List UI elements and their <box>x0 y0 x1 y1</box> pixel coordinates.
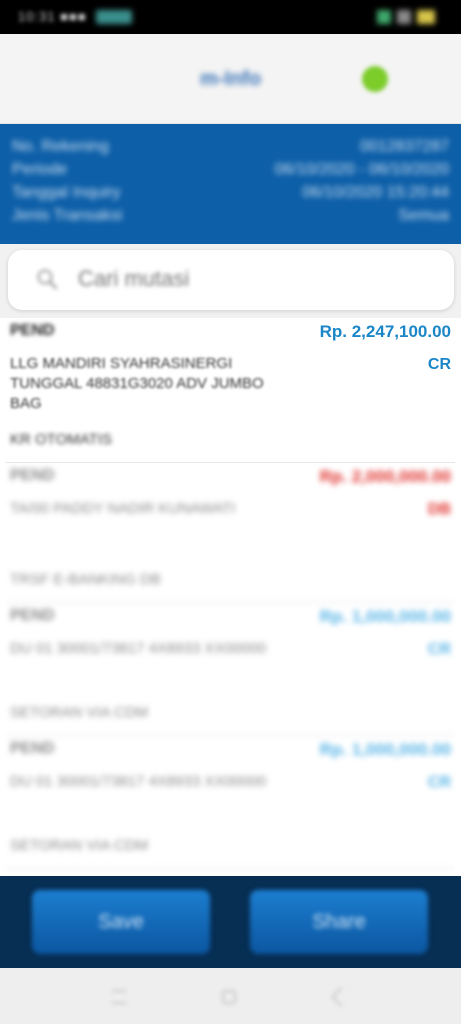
info-value: 0012837287 <box>360 138 449 155</box>
info-row: Tanggal Inquiry 06/10/2020 15:20:44 <box>12 184 449 207</box>
action-bar: Save Share <box>0 876 461 968</box>
transaction-status: PEND <box>10 607 55 624</box>
transaction-description: LLG MANDIRI SYAHRASINERGI TUNGGAL 48831G… <box>10 355 264 412</box>
status-bar: 10:31 ■■■ <box>0 0 461 34</box>
transaction-item[interactable]: PEND Rp. 2,000,000.00 TA/00 PADDY NADIR … <box>6 463 455 603</box>
info-value: 06/10/2020 - 06/10/2020 <box>274 161 449 178</box>
back-icon[interactable] <box>331 987 351 1007</box>
transaction-list[interactable]: PEND Rp. 2,247,100.00 LLG MANDIRI SYAHRA… <box>0 318 461 878</box>
app-header: m-Info <box>0 34 461 124</box>
info-row: No. Rekening 0012837287 <box>12 138 449 161</box>
transaction-amount: Rp. 1,000,000.00 <box>319 740 451 759</box>
search-box[interactable] <box>8 250 454 310</box>
wifi-icon <box>397 10 411 24</box>
info-label: Tanggal Inquiry <box>12 184 121 201</box>
page-title: m-Info <box>199 68 262 90</box>
search-icon <box>37 269 58 290</box>
transaction-item[interactable]: PEND Rp. 1,000,000.00 DU 01 30001/73817 … <box>6 603 455 736</box>
info-row: Periode 06/10/2020 - 06/10/2020 <box>12 161 449 184</box>
transaction-status: PEND <box>10 740 55 757</box>
system-status-icons <box>377 10 441 24</box>
transaction-reference: KR OTOMATIS <box>10 431 112 448</box>
status-time: 10:31 ■■■ <box>18 9 87 24</box>
transaction-dc-badge: CR <box>427 641 451 658</box>
transaction-description: DU 01 30001/73817 4X8933 XX00000 <box>10 640 267 657</box>
transaction-amount: Rp. 1,000,000.00 <box>319 607 451 626</box>
notification-icons <box>96 10 132 24</box>
transaction-item[interactable]: PEND Rp. 2,247,100.00 LLG MANDIRI SYAHRA… <box>6 318 455 463</box>
transaction-amount: Rp. 2,000,000.00 <box>319 467 451 486</box>
transaction-reference: SETORAN VIA CDM <box>10 704 149 721</box>
info-label: No. Rekening <box>12 138 109 155</box>
search-input[interactable] <box>78 264 418 294</box>
transaction-amount: Rp. 2,247,100.00 <box>319 322 451 341</box>
battery-icon <box>417 10 435 24</box>
transaction-status: PEND <box>10 467 55 484</box>
system-nav-bar <box>0 968 461 1024</box>
info-value: Semua <box>398 207 449 224</box>
share-button[interactable]: Share <box>250 890 428 954</box>
info-value: 06/10/2020 15:20:44 <box>302 184 449 201</box>
home-icon[interactable] <box>222 990 236 1004</box>
transaction-dc-badge: CR <box>427 774 451 791</box>
info-label: Jenis Transaksi <box>12 207 123 224</box>
online-status-icon[interactable] <box>362 66 388 92</box>
account-info-panel: No. Rekening 0012837287 Periode 06/10/20… <box>0 124 461 244</box>
signal-icon <box>377 10 391 24</box>
transaction-dc-badge: CR <box>427 356 451 373</box>
transaction-dc-badge: DB <box>427 501 451 518</box>
transaction-status: PEND <box>10 322 55 339</box>
transaction-item[interactable]: PEND Rp. 1,000,000.00 DU 01 30001/73817 … <box>6 736 455 869</box>
transaction-reference: TRSF E-BANKING DB <box>10 571 161 588</box>
info-label: Periode <box>12 161 68 178</box>
search-area <box>0 244 461 318</box>
transaction-reference: SETORAN VIA CDM <box>10 837 149 854</box>
recent-apps-icon[interactable] <box>112 990 126 1004</box>
save-button[interactable]: Save <box>32 890 210 954</box>
transaction-description: TA/00 PADDY NADIR KUNAWATI <box>10 500 236 517</box>
info-row: Jenis Transaksi Semua <box>12 207 449 230</box>
transaction-description: DU 01 30001/73817 4X8933 XX00000 <box>10 773 267 790</box>
